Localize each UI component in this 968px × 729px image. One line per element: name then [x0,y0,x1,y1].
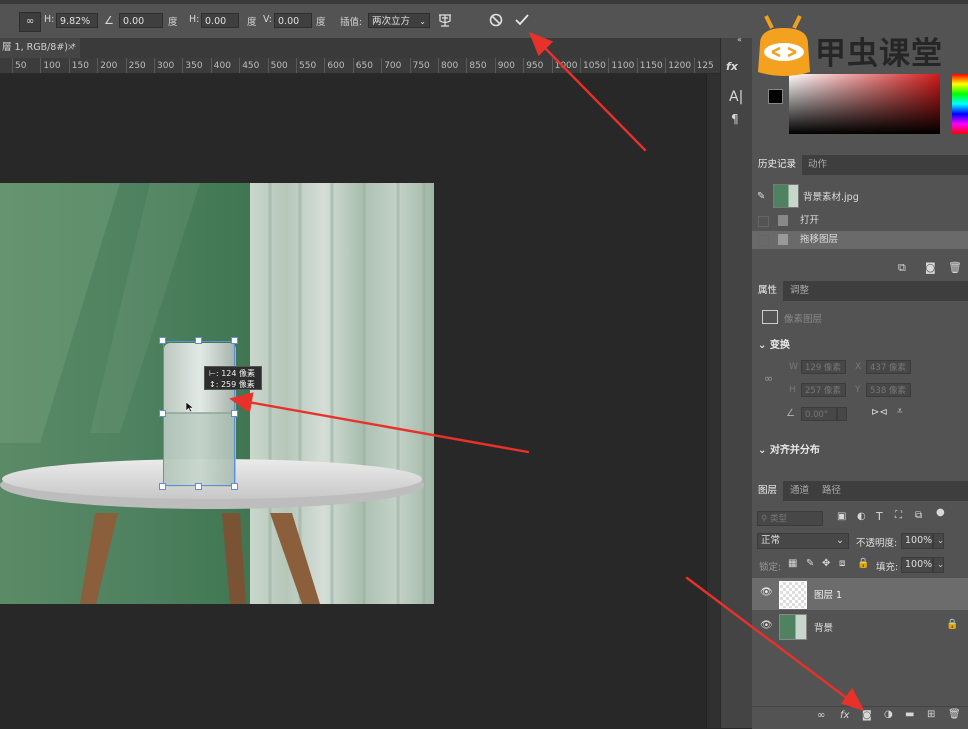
arrow-head-mask [841,687,865,712]
annotation-arrows [229,31,865,712]
arrow-head-object [229,392,254,414]
